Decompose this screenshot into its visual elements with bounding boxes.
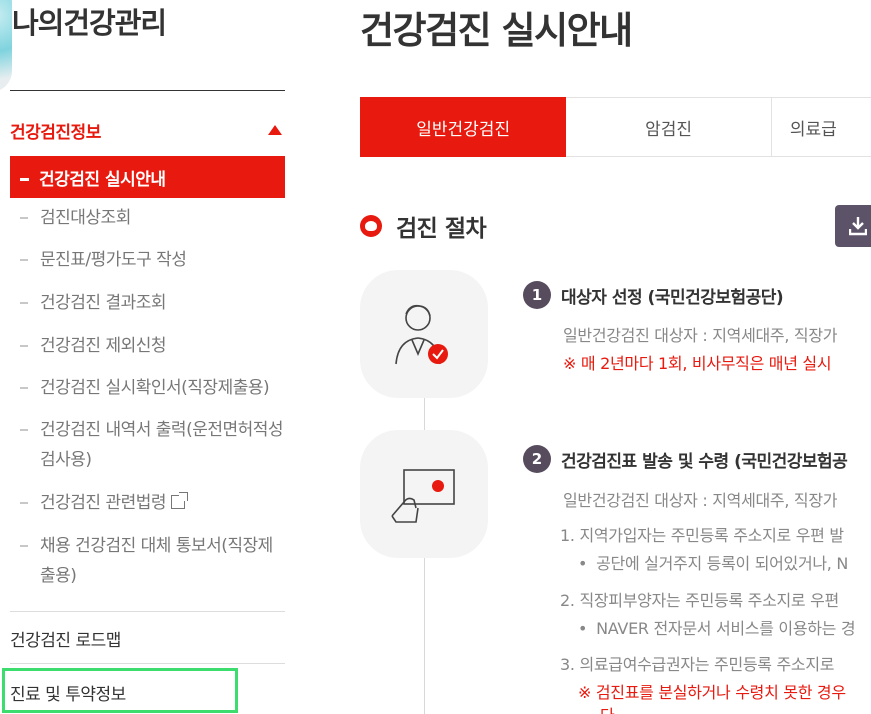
- heart-bullet-icon: [360, 215, 382, 237]
- sidebar-title: 나의건강관리: [12, 6, 167, 40]
- sidebar-item-label: 건강검진 결과조회: [40, 293, 167, 313]
- step-1-icon-tile: [360, 270, 488, 398]
- step-number-badge: 1: [523, 281, 551, 309]
- dash-icon: [20, 217, 28, 219]
- sidebar-item-label: 건강검진 내역서 출력(운전면허적성: [40, 420, 284, 440]
- sidebar-item-questionnaire[interactable]: 문진표/평가도구 작성: [20, 245, 290, 275]
- tab-general-checkup[interactable]: 일반건강검진: [360, 97, 567, 157]
- sidebar-group-health-checkup-info[interactable]: 건강검진정보: [10, 118, 285, 144]
- step-2-icon-tile: [360, 430, 488, 558]
- dash-icon: [20, 177, 29, 181]
- sidebar-item-label: 건강검진 관련법령: [40, 493, 167, 513]
- step-2-header: 2 건강검진표 발송 및 수령 (국민건강보험공: [523, 445, 848, 473]
- sidebar-item-employment-checkup[interactable]: 채용 건강검진 대체 통보서(직장제 출용): [20, 531, 290, 591]
- step-notice: ※ 매 2년마다 1회, 비사무직은 매년 실시: [563, 354, 832, 373]
- section-header: 검진 절차: [360, 210, 487, 242]
- sidebar-divider: [10, 611, 285, 612]
- sidebar-item-label-continued: 검사용): [40, 450, 92, 470]
- dash-icon: [20, 545, 28, 547]
- tab-medical-aid[interactable]: 의료급: [772, 98, 871, 156]
- sidebar-item-confirmation-cert[interactable]: 건강검진 실시확인서(직장제출용): [20, 373, 290, 403]
- sidebar-item-label: 건강검진 실시확인서(직장제출용): [40, 378, 270, 398]
- sidebar-item-label: 문진표/평가도구 작성: [40, 250, 187, 270]
- sidebar-item-history-print[interactable]: 건강검진 내역서 출력(운전면허적성 검사용): [20, 415, 290, 475]
- sidebar-divider: [10, 90, 285, 91]
- step-notice: ※ 검진표를 분실하거나 수령치 못한 경우: [578, 683, 846, 702]
- main-content: 건강검진 실시안내 일반건강검진 암검진 의료급 검진 절차 1 대상자 선정 …: [360, 0, 871, 714]
- sidebar-item-result-lookup[interactable]: 건강검진 결과조회: [20, 288, 290, 318]
- dash-icon: [20, 387, 28, 389]
- card-hand-icon: [391, 469, 455, 523]
- step-text: NAVER 전자문서 서비스를 이용하는 경: [578, 615, 855, 639]
- step-title: 대상자 선정 (국민건강보험공단): [561, 287, 784, 308]
- focus-highlight: [2, 668, 238, 713]
- download-button[interactable]: [835, 205, 871, 247]
- step-text: 일반건강검진 대상자 : 지역세대주, 직장가: [563, 491, 838, 510]
- sidebar-item-checkup-guide[interactable]: 건강검진 실시안내: [10, 156, 285, 198]
- dash-icon: [20, 502, 28, 504]
- decorative-graphic: [0, 0, 12, 92]
- external-link-icon: [171, 492, 189, 509]
- step-text: 3. 의료급여수급권자는 주민등록 주소지로: [560, 655, 835, 674]
- dash-icon: [20, 429, 28, 431]
- step-number-badge: 2: [523, 445, 551, 473]
- caret-up-icon: [268, 125, 282, 135]
- sidebar-item-label: 채용 건강검진 대체 통보서(직장제: [40, 536, 273, 556]
- sidebar-divider: [10, 663, 285, 664]
- page-title: 건강검진 실시안내: [360, 9, 633, 52]
- step-text: 2. 직장피부양자는 주민등록 주소지로 우편: [560, 591, 839, 610]
- dash-icon: [20, 345, 28, 347]
- sidebar-item-exclusion-request[interactable]: 건강검진 제외신청: [20, 331, 290, 361]
- sidebar-group-label: 건강검진정보: [10, 123, 101, 143]
- section-title: 검진 절차: [396, 216, 487, 242]
- step-title: 건강검진표 발송 및 수령 (국민건강보험공: [561, 451, 848, 472]
- checkup-tabs: 일반건강검진 암검진 의료급: [360, 97, 871, 157]
- sidebar-item-label-continued: 출용): [40, 566, 77, 586]
- sidebar-item-related-laws[interactable]: 건강검진 관련법령: [20, 488, 290, 518]
- dash-icon: [20, 259, 28, 261]
- step-text: 일반건강검진 대상자 : 지역세대주, 직장가: [563, 326, 838, 345]
- download-icon: [849, 217, 867, 236]
- step-notice: 다: [600, 702, 615, 714]
- sidebar-item-label: 검진대상조회: [40, 208, 131, 228]
- sidebar-item-target-lookup[interactable]: 검진대상조회: [20, 203, 290, 233]
- sidebar: 나의건강관리 건강검진정보 건강검진 실시안내 검진대상조회 문진표/평가도구 …: [0, 0, 300, 714]
- step-text: 공단에 실거주지 등록이 되어있거나, N: [578, 550, 848, 574]
- sidebar-item-label: 건강검진 실시안내: [39, 170, 166, 190]
- sidebar-item-label: 건강검진 제외신청: [40, 336, 167, 356]
- tab-cancer-checkup[interactable]: 암검진: [566, 98, 772, 156]
- dash-icon: [20, 302, 28, 304]
- step-1-header: 1 대상자 선정 (국민건강보험공단): [523, 281, 784, 309]
- doctor-check-icon: [395, 304, 448, 365]
- step-text: 1. 지역가입자는 주민등록 주소지로 우편 발: [560, 526, 844, 545]
- sidebar-link-roadmap[interactable]: 건강검진 로드맵: [10, 626, 121, 651]
